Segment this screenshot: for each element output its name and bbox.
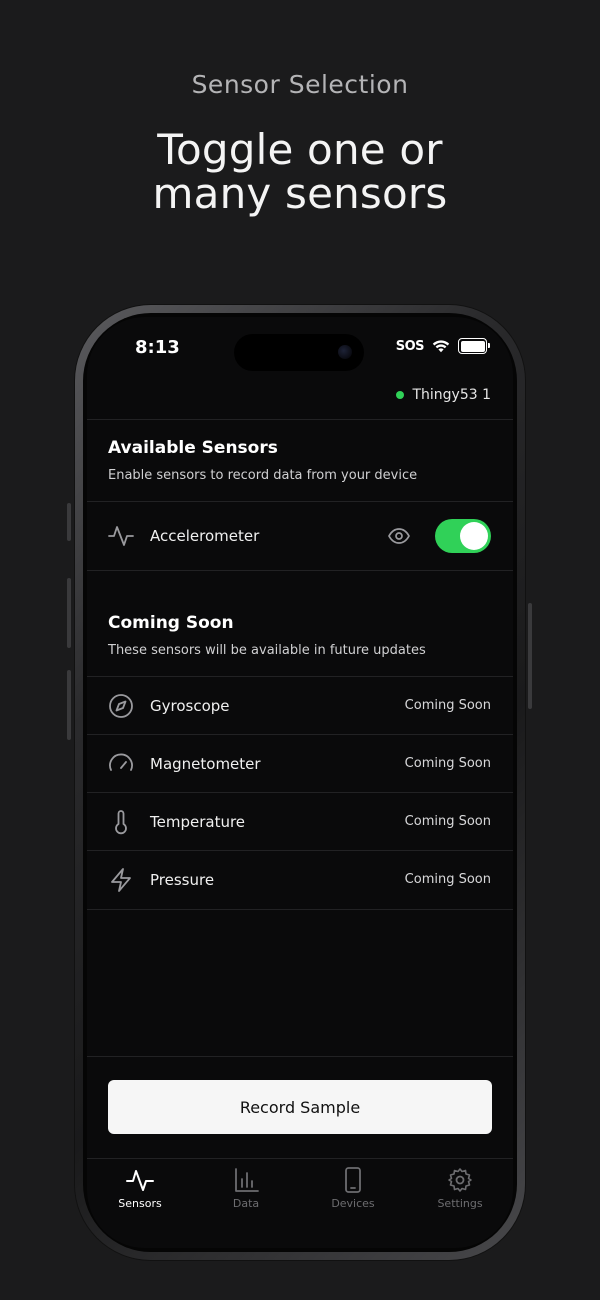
tab-sensors[interactable]: Sensors bbox=[87, 1167, 193, 1210]
tab-data[interactable]: Data bbox=[193, 1167, 299, 1210]
sensor-label: Temperature bbox=[150, 813, 246, 831]
sensor-row-magnetometer: Magnetometer Coming Soon bbox=[87, 735, 513, 793]
action-button bbox=[67, 503, 71, 541]
divider bbox=[87, 1056, 513, 1057]
sensor-row-gyroscope: Gyroscope Coming Soon bbox=[87, 677, 513, 735]
tab-label: Sensors bbox=[118, 1197, 162, 1210]
tab-label: Settings bbox=[437, 1197, 483, 1210]
toggle-knob bbox=[460, 522, 488, 550]
power-button bbox=[528, 603, 532, 709]
divider bbox=[87, 419, 513, 420]
record-sample-button[interactable]: Record Sample bbox=[108, 1080, 492, 1134]
tab-label: Data bbox=[232, 1197, 260, 1210]
divider bbox=[87, 570, 513, 571]
volume-up-button bbox=[67, 578, 71, 648]
divider bbox=[87, 909, 513, 910]
headline-line-1: Toggle one or bbox=[157, 125, 443, 174]
thermometer-icon bbox=[115, 810, 127, 835]
gauge-icon bbox=[109, 753, 133, 771]
compass-icon bbox=[109, 694, 133, 718]
battery-icon bbox=[458, 338, 490, 354]
promo-canvas: Sensor Selection Toggle one or many sens… bbox=[0, 0, 600, 1300]
eye-icon[interactable] bbox=[387, 524, 411, 548]
coming-soon-badge: Coming Soon bbox=[404, 872, 491, 887]
connected-device[interactable]: Thingy53 1 bbox=[396, 387, 491, 403]
volume-down-button bbox=[67, 670, 71, 740]
tab-label: Devices bbox=[331, 1197, 375, 1210]
activity-icon bbox=[126, 1170, 154, 1191]
bar-chart-icon bbox=[235, 1168, 259, 1192]
device-name: Thingy53 1 bbox=[412, 387, 491, 403]
gear-icon bbox=[448, 1168, 472, 1192]
tab-bar: Sensors Data Devices Settings bbox=[87, 1159, 513, 1219]
sensor-label: Accelerometer bbox=[150, 527, 260, 545]
carrier-label: SOS bbox=[395, 338, 425, 354]
coming-soon-badge: Coming Soon bbox=[404, 814, 491, 829]
coming-soon-badge: Coming Soon bbox=[404, 698, 491, 713]
tab-devices[interactable]: Devices bbox=[300, 1167, 406, 1210]
coming-soon-subtitle: These sensors will be available in futur… bbox=[108, 643, 426, 658]
sensor-row-pressure: Pressure Coming Soon bbox=[87, 851, 513, 909]
dynamic-island bbox=[234, 334, 364, 371]
coming-soon-badge: Coming Soon bbox=[404, 756, 491, 771]
app-screen: 8:13 SOS Thingy53 1 Available Sensors En… bbox=[87, 317, 513, 1248]
available-sensors-subtitle: Enable sensors to record data from your … bbox=[108, 468, 418, 483]
sensor-row-temperature: Temperature Coming Soon bbox=[87, 793, 513, 851]
status-indicators: SOS bbox=[395, 338, 490, 354]
connection-status-dot bbox=[396, 391, 405, 399]
activity-icon bbox=[108, 526, 134, 546]
phone-icon bbox=[345, 1167, 361, 1193]
sensor-label: Magnetometer bbox=[150, 755, 261, 773]
lightning-icon bbox=[111, 868, 131, 892]
sensor-label: Gyroscope bbox=[150, 697, 230, 715]
promo-eyebrow: Sensor Selection bbox=[191, 70, 409, 99]
accelerometer-toggle[interactable] bbox=[435, 519, 491, 553]
camera-icon bbox=[338, 345, 352, 359]
wifi-icon bbox=[432, 340, 450, 353]
status-time: 8:13 bbox=[135, 337, 180, 358]
sensor-row-accelerometer: Accelerometer bbox=[87, 502, 513, 570]
sensor-label: Pressure bbox=[150, 871, 215, 889]
available-sensors-title: Available Sensors bbox=[108, 438, 278, 458]
promo-headline: Toggle one or many sensors bbox=[0, 128, 600, 216]
headline-line-2: many sensors bbox=[152, 169, 448, 218]
coming-soon-title: Coming Soon bbox=[108, 613, 234, 633]
tab-settings[interactable]: Settings bbox=[407, 1167, 513, 1210]
